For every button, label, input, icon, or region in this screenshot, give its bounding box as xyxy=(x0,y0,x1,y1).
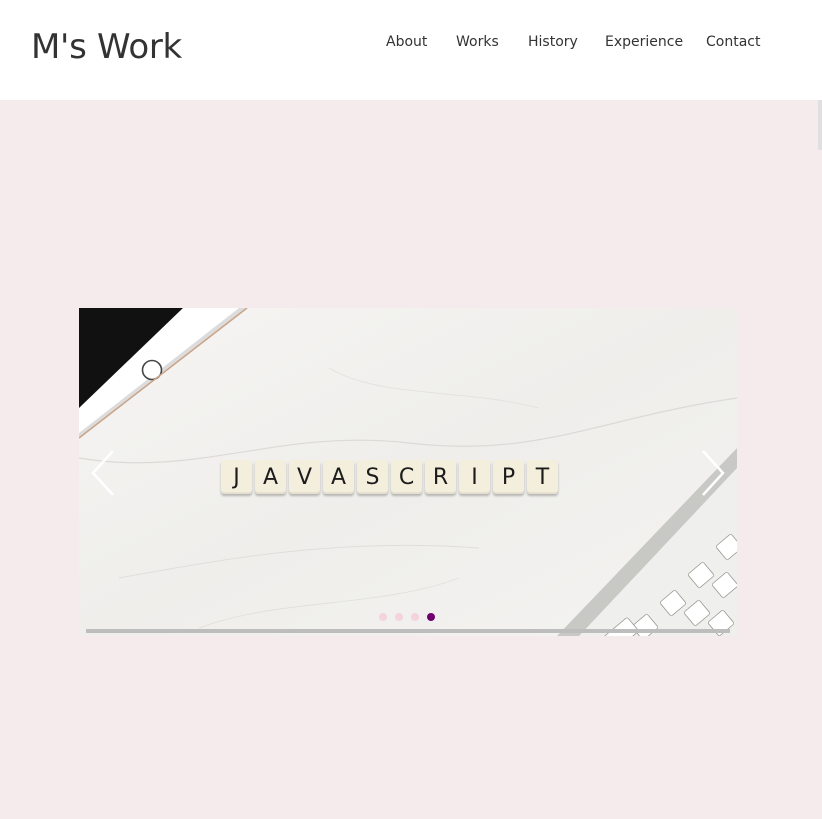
nav-link-contact[interactable]: Contact xyxy=(706,34,760,50)
nav-link-works[interactable]: Works xyxy=(456,34,499,50)
letter-tile: A xyxy=(323,460,354,494)
page-scrollbar-thumb[interactable] xyxy=(818,100,822,150)
letter-tile: P xyxy=(493,460,524,494)
letter-tile: I xyxy=(459,460,490,494)
nav-link-experience[interactable]: Experience xyxy=(605,34,683,50)
nav-link-about[interactable]: About xyxy=(386,34,427,50)
slider-dot[interactable] xyxy=(395,613,403,621)
slider-prev-button[interactable] xyxy=(89,448,119,498)
letter-tile: C xyxy=(391,460,422,494)
slider-dot[interactable] xyxy=(379,613,387,621)
nav-link-history[interactable]: History xyxy=(528,34,578,50)
letter-tile: J xyxy=(221,460,252,494)
letter-tile: R xyxy=(425,460,456,494)
javascript-tiles: J A V A S C R I P T xyxy=(221,460,558,494)
slider-pagination xyxy=(379,613,435,623)
slider-progress-bar xyxy=(86,629,730,633)
letter-tile: A xyxy=(255,460,286,494)
slider-dot[interactable] xyxy=(411,613,419,621)
chevron-right-icon xyxy=(702,450,725,496)
letter-tile: V xyxy=(289,460,320,494)
slider-dot[interactable] xyxy=(427,613,435,621)
image-slider: J A V A S C R I P T xyxy=(79,308,737,636)
letter-tile: S xyxy=(357,460,388,494)
slider-next-button[interactable] xyxy=(697,448,727,498)
letter-tile: T xyxy=(527,460,558,494)
site-header: M's Work About Works History Experience … xyxy=(0,0,822,100)
slider-progress-fill xyxy=(86,629,730,633)
main-nav: About Works History Experience Contact xyxy=(0,34,822,54)
chevron-left-icon xyxy=(91,450,114,496)
